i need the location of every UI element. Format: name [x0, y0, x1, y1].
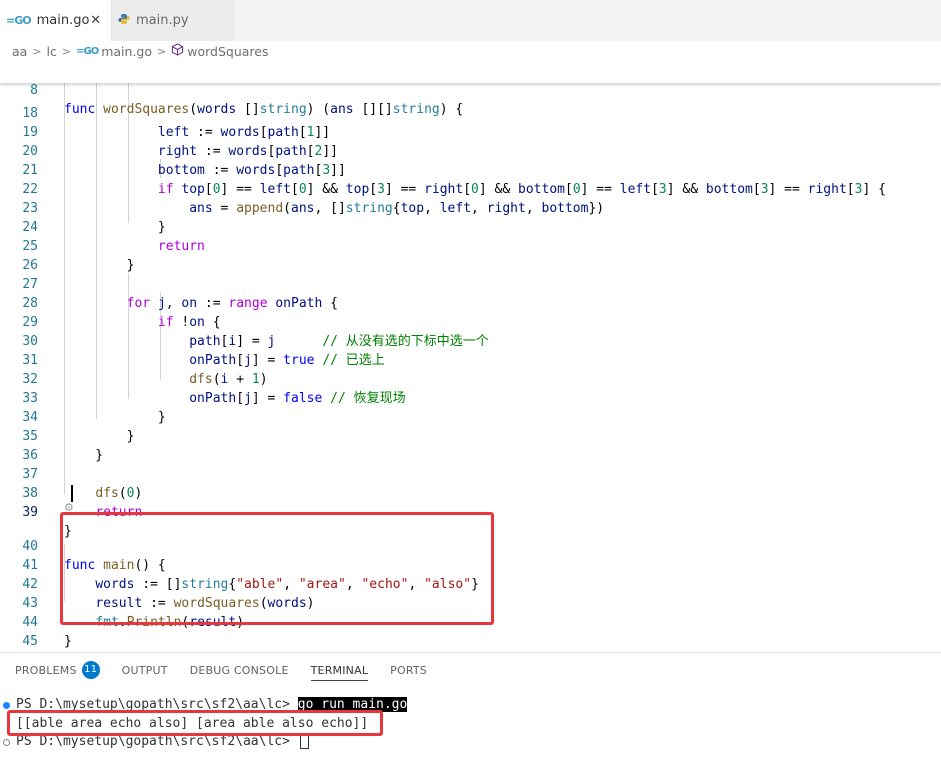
code-line: 32 onPath[j] = false // 恢复现场 — [22, 372, 406, 406]
code-line: 31 dfs(i + 1) — [22, 353, 268, 387]
sticky-scroll-header[interactable]: 8 func wordSquares(words []string) (ans … — [0, 61, 941, 117]
tab-ports[interactable]: PORTS — [390, 653, 427, 687]
breadcrumb-item-file[interactable]: main.go — [101, 44, 152, 59]
tab-problems[interactable]: PROBLEMS 11 — [15, 653, 100, 687]
chevron-right-icon: > — [32, 44, 42, 58]
python-file-icon — [118, 13, 130, 29]
sticky-code-line: func wordSquares(words []string) (ans []… — [64, 102, 464, 117]
text-cursor — [71, 485, 73, 502]
code-line: 21 if top[0] == left[0] && top[3] == rig… — [22, 163, 886, 197]
chevron-right-icon: > — [157, 44, 167, 58]
code-line: 26 — [22, 258, 38, 273]
line-number: 8 — [30, 83, 38, 98]
code-line: 28 if !on { — [22, 296, 221, 330]
highlight-box-output — [7, 710, 383, 736]
code-line: 36 — [22, 448, 38, 463]
code-line: 29 path[i] = j // 从没有选的下标中选一个 — [22, 315, 489, 349]
tab-label: main.py — [136, 13, 189, 28]
tab-debug-console[interactable]: DEBUG CONSOLE — [190, 653, 289, 687]
code-line: 24 return — [22, 220, 205, 254]
command-pending-icon — [3, 739, 10, 746]
code-line: 22 ans = append(ans, []string{top, left,… — [22, 182, 605, 216]
code-line: 37 dfs(0) — [22, 467, 143, 501]
editor-tab-bar: =GO main.go ✕ main.py — [0, 0, 941, 41]
code-line: 27 for j, on := range onPath { — [22, 277, 338, 311]
code-line: 38 return — [22, 486, 143, 520]
tab-terminal[interactable]: TERMINAL — [310, 653, 369, 687]
tab-output[interactable]: OUTPUT — [122, 653, 168, 687]
code-line: 33 } — [22, 391, 166, 425]
terminal-cursor — [299, 734, 309, 749]
breadcrumb-item-lc[interactable]: lc — [47, 44, 57, 59]
go-file-icon: =GO — [76, 45, 99, 57]
symbol-method-icon — [171, 43, 184, 59]
code-line: 35 } — [22, 429, 104, 463]
code-line: 25 } — [22, 239, 135, 273]
code-editor[interactable]: 8 func wordSquares(words []string) (ans … — [0, 61, 941, 651]
tab-main-py[interactable]: main.py — [112, 0, 234, 41]
command-success-icon[interactable] — [3, 702, 10, 709]
highlight-box-main-func — [60, 512, 494, 625]
code-line-current: 39 } — [22, 505, 72, 539]
problems-count-badge: 11 — [81, 661, 100, 679]
breadcrumb-item-symbol[interactable]: wordSquares — [187, 44, 268, 59]
panel-tab-bar: PROBLEMS 11 OUTPUT DEBUG CONSOLE TERMINA… — [0, 653, 941, 687]
breadcrumb: aa > lc > =GO main.go > wordSquares — [0, 41, 941, 61]
tab-label: main.go — [36, 13, 90, 28]
close-icon[interactable]: ✕ — [90, 13, 101, 28]
terminal-view[interactable]: PS D:\mysetup\gopath\src\sf2\aa\lc> go r… — [0, 695, 941, 781]
tab-main-go[interactable]: =GO main.go ✕ — [0, 0, 112, 41]
code-line: 23 } — [22, 201, 166, 235]
go-file-icon: =GO — [6, 14, 32, 27]
chevron-right-icon: > — [61, 44, 72, 58]
code-line: 30 onPath[j] = true // 已选上 — [22, 334, 385, 368]
code-line: 20 bottom := words[path[3]] — [22, 144, 346, 178]
code-line: 34 } — [22, 410, 135, 444]
breadcrumb-item-aa[interactable]: aa — [12, 44, 27, 59]
